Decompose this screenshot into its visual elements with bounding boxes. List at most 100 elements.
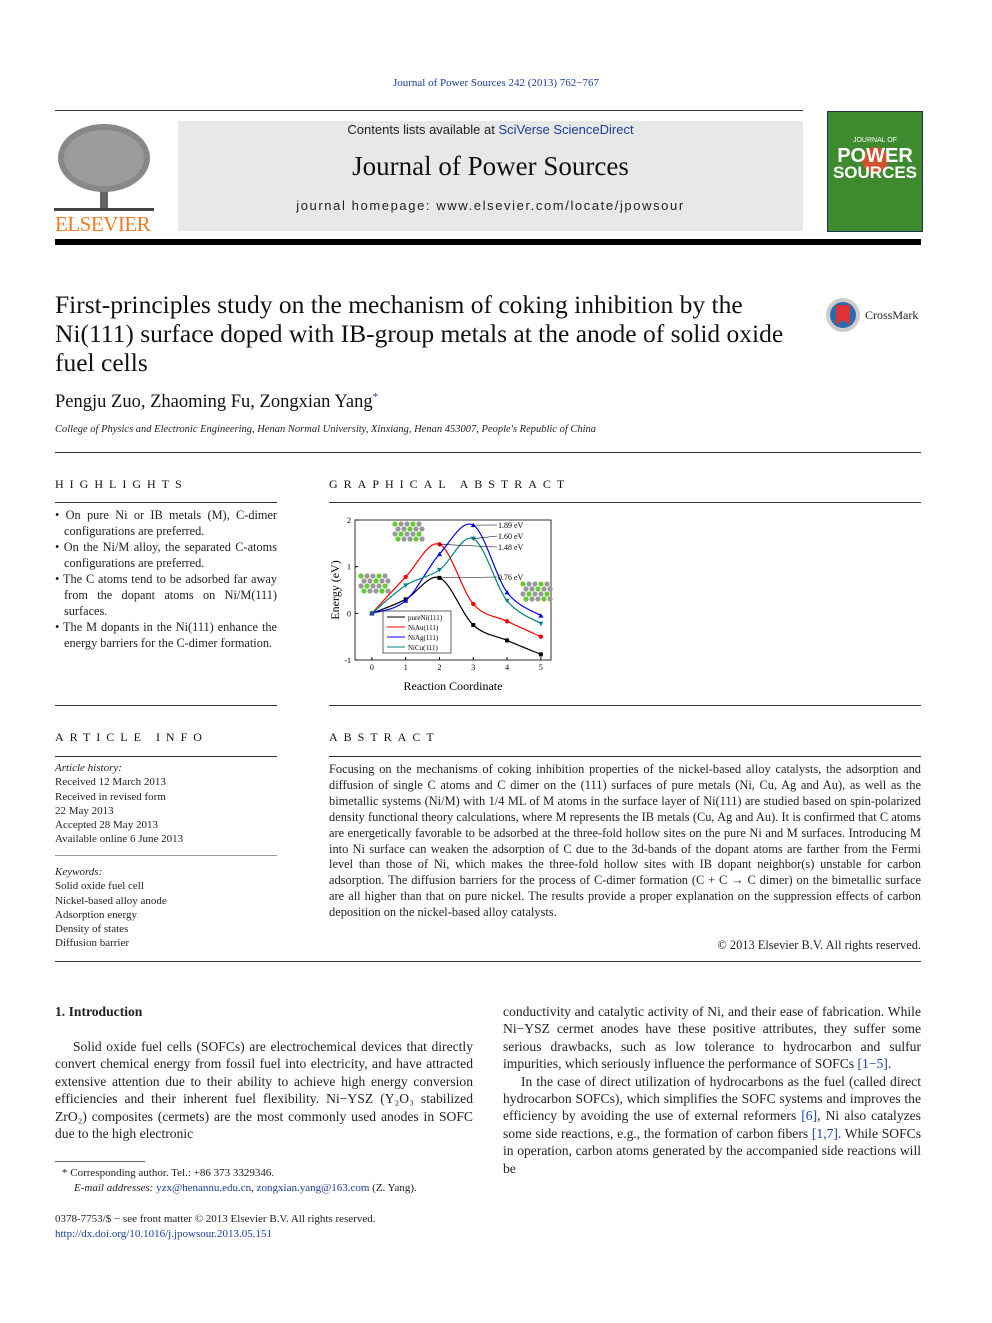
surface-atom xyxy=(419,526,425,532)
surface-atom xyxy=(532,591,538,597)
reference-link[interactable]: [1,7] xyxy=(812,1126,838,1141)
surface-atom xyxy=(410,521,416,527)
page-footer: 0378-7753/$ − see front matter © 2013 El… xyxy=(55,1212,375,1242)
legend-entry: pureNi(111) xyxy=(408,614,443,622)
surface-atom xyxy=(413,526,419,532)
surface-atom xyxy=(376,583,382,589)
author-list: Pengju Zuo, Zhaoming Fu, Zongxian Yang xyxy=(55,392,373,413)
surface-atom xyxy=(416,521,422,527)
series-line xyxy=(371,543,542,638)
highlights-list: • On pure Ni or IB metals (M), C-dimer c… xyxy=(55,507,277,651)
annotation-line xyxy=(439,576,498,579)
journal-homepage[interactable]: journal homepage: www.elsevier.com/locat… xyxy=(178,198,803,213)
series-line xyxy=(371,576,542,655)
graphical-abstract-heading: GRAPHICAL ABSTRACT xyxy=(329,477,571,491)
article-info-heading: ARTICLE INFO xyxy=(55,730,208,744)
surface-atom xyxy=(535,586,541,592)
x-axis-label: Reaction Coordinate xyxy=(404,679,503,693)
authors: Pengju Zuo, Zhaoming Fu, Zongxian Yang* xyxy=(55,391,378,413)
surface-atom xyxy=(529,596,535,602)
issn: 0378-7753/$ − see front matter © 2013 El… xyxy=(55,1213,376,1225)
surface-atom xyxy=(523,596,529,602)
corresponding-mark[interactable]: * xyxy=(373,391,379,403)
email-link[interactable]: yzx@henannu.edu.cn xyxy=(156,1182,251,1194)
citation-link[interactable]: Journal of Power Sources 242 (2013) 762−… xyxy=(0,77,992,89)
email-link[interactable]: zongxian.yang@163.com xyxy=(257,1182,370,1194)
body-column-left: Solid oxide fuel cells (SOFCs) are elect… xyxy=(55,1038,473,1142)
keyword: Adsorption energy xyxy=(55,908,137,921)
article-title: First-principles study on the mechanism … xyxy=(55,290,784,377)
surface-atom xyxy=(382,583,388,589)
history-item: Accepted 28 May 2013 xyxy=(55,819,158,832)
surface-atom xyxy=(379,588,385,594)
surface-atom xyxy=(538,581,544,587)
doi-link[interactable]: http://dx.doi.org/10.1016/j.jpowsour.201… xyxy=(55,1227,375,1242)
surface-atom xyxy=(392,521,398,527)
annotation-label: 1.60 eV xyxy=(498,532,524,541)
masthead-rule xyxy=(55,239,921,245)
x-tick-label: 1 xyxy=(404,663,408,672)
email-suffix: (Z. Yang). xyxy=(369,1182,417,1194)
surface-atom xyxy=(398,521,404,527)
contents-prefix: Contents lists available at xyxy=(347,122,499,137)
keyword: Diffusion barrier xyxy=(55,937,130,950)
history-item: Received 12 March 2013 xyxy=(55,776,166,789)
keyword: Density of states xyxy=(55,923,129,936)
data-point xyxy=(538,634,544,639)
legend-entry: NiAu(111) xyxy=(408,624,439,632)
surface-atom xyxy=(541,596,547,602)
surface-atom xyxy=(358,583,364,589)
y-tick-label: 1 xyxy=(347,563,351,572)
surface-atom xyxy=(419,536,425,542)
corresponding-author-note: * Corresponding author. Tel.: +86 373 33… xyxy=(62,1167,275,1179)
crossmark-label: CrossMark xyxy=(865,308,919,322)
crossmark-icon xyxy=(826,298,860,332)
surface-atom xyxy=(376,573,382,579)
keywords-label: Keywords: xyxy=(55,866,103,878)
surface-atom xyxy=(532,581,538,587)
surface-atom xyxy=(520,581,526,587)
surface-atom xyxy=(520,591,526,597)
annotation-label: 0.76 eV xyxy=(498,573,524,582)
surface-atom xyxy=(541,586,547,592)
surface-atom xyxy=(526,581,532,587)
highlight-item: • The C atoms tend to be adsorbed far aw… xyxy=(55,572,277,618)
surface-atom xyxy=(526,591,532,597)
y-tick-label: 2 xyxy=(347,516,351,525)
article-page: { "citation":"Journal of Power Sources 2… xyxy=(0,0,992,1323)
surface-atom xyxy=(547,586,553,592)
elsevier-wordmark: ELSEVIER xyxy=(55,212,151,236)
y-tick-label: 0 xyxy=(347,609,351,618)
reference-link[interactable]: [6] xyxy=(801,1108,817,1123)
history-label: Article history: xyxy=(55,762,122,774)
sciencedirect-link[interactable]: SciVerse ScienceDirect xyxy=(498,122,633,137)
history-item: Received in revised form xyxy=(55,790,166,803)
surface-atom xyxy=(398,531,404,537)
surface-atom xyxy=(370,573,376,579)
surface-atom xyxy=(382,573,388,579)
surface-atom xyxy=(379,578,385,584)
reference-link[interactable]: [1−5] xyxy=(858,1056,888,1071)
surface-atom xyxy=(410,531,416,537)
data-point xyxy=(403,574,408,580)
surface-atom xyxy=(538,591,544,597)
highlights-heading: HIGHLIGHTS xyxy=(55,477,188,491)
history-item: Available online 6 June 2013 xyxy=(55,833,184,846)
footnote: * Corresponding author. Tel.: +86 373 33… xyxy=(62,1167,417,1194)
surface-atom xyxy=(404,521,410,527)
surface-atom xyxy=(395,526,401,532)
legend-entry: NiCu(111) xyxy=(408,644,438,652)
history-item: 22 May 2013 xyxy=(55,804,114,817)
surface-atom xyxy=(370,583,376,589)
article-history: Article history: Received 12 March 2013 … xyxy=(55,761,277,847)
crossmark-button[interactable]: CrossMark xyxy=(825,296,918,339)
body-column-right: conductivity and catalytic activity of N… xyxy=(503,1004,921,1176)
surface-atom xyxy=(407,526,413,532)
abstract-heading: ABSTRACT xyxy=(329,730,440,744)
annotation-label: 1.48 eV xyxy=(498,543,524,552)
surface-atom xyxy=(547,596,553,602)
surface-atom xyxy=(401,536,407,542)
surface-atom xyxy=(529,586,535,592)
masthead-banner: Contents lists available at SciVerse Sci… xyxy=(178,121,803,231)
abstract-text: Focusing on the mechanisms of coking inh… xyxy=(329,762,921,920)
